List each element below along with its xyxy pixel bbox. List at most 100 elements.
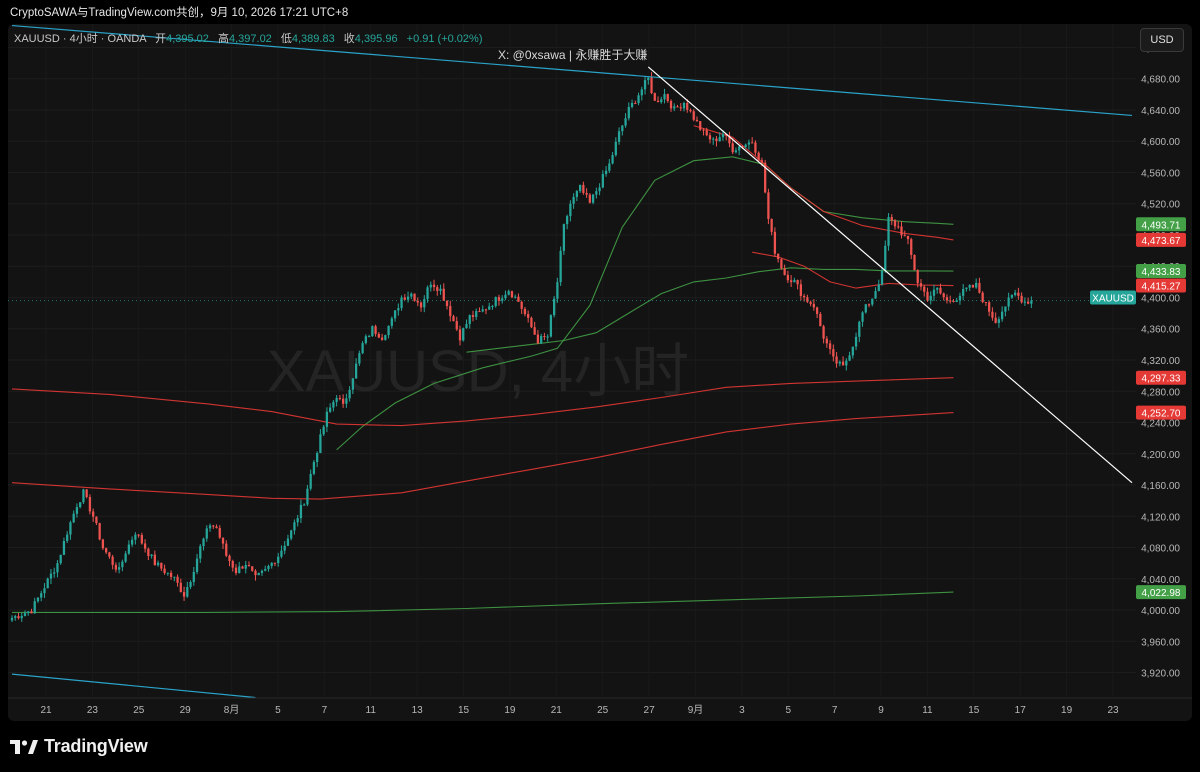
candle-body: [225, 543, 228, 556]
price-tick-label: 4,680.00: [1141, 75, 1180, 86]
candle-body: [257, 572, 260, 576]
candle-body: [864, 304, 867, 313]
candle-body: [316, 453, 319, 463]
candle-body: [361, 343, 364, 354]
candle-body: [867, 304, 871, 306]
moving-average-line: [11, 412, 954, 500]
price-chart[interactable]: XAUUSD, 4小时 3,920.00 3,960.00 4,000.00 4,04…: [8, 24, 1192, 721]
candle-body: [767, 192, 770, 219]
chart-frame[interactable]: XAUUSD, 4小时 3,920.00 3,960.00 4,000.00 4,04…: [8, 24, 1192, 721]
candle-body: [780, 259, 783, 269]
symbol-label[interactable]: XAUUSD · 4小时 · OANDA: [14, 33, 146, 45]
candle-body: [30, 611, 33, 614]
price-label-text: 4,252.70: [1142, 409, 1181, 420]
chart-subtitle: X: @0xsawa | 永赚胜于大赚: [498, 48, 648, 62]
candle-body: [436, 287, 439, 291]
candle-body: [965, 287, 968, 289]
candle-body: [949, 300, 952, 302]
candle-body: [699, 121, 702, 130]
candle-body: [215, 526, 218, 529]
candle-body: [169, 572, 173, 577]
candle-body: [760, 160, 764, 163]
candle-body: [397, 308, 400, 311]
candle-body: [312, 462, 316, 474]
candle-body: [880, 270, 884, 285]
candle-body: [66, 534, 69, 541]
price-tick-label: 4,600.00: [1141, 137, 1180, 148]
candle-body: [510, 291, 514, 298]
candle-body: [14, 616, 17, 618]
time-tick-label: 21: [551, 705, 563, 716]
candle-body: [124, 553, 127, 562]
candle-body: [283, 545, 286, 551]
candle-body: [572, 196, 575, 204]
time-tick-label: 23: [87, 705, 99, 716]
price-tick-label: 4,640.00: [1141, 106, 1180, 117]
candle-body: [105, 548, 108, 553]
candle-body: [520, 301, 523, 309]
candle-body: [121, 561, 124, 568]
candle-body: [127, 544, 131, 554]
candle-body: [536, 334, 540, 344]
candle-body: [504, 294, 507, 299]
candle-body: [348, 389, 351, 399]
price-tick-label: 4,000.00: [1141, 606, 1180, 617]
candle-body: [46, 578, 49, 589]
candle-body: [403, 297, 406, 300]
candle-body: [218, 528, 221, 538]
candle-body: [650, 77, 653, 94]
candle-body: [62, 540, 66, 555]
candle-body: [231, 561, 234, 568]
candle-body: [595, 191, 598, 195]
candle-body: [861, 312, 864, 322]
candle-body: [36, 597, 40, 602]
candle-body: [828, 343, 832, 350]
candle-body: [660, 99, 663, 103]
candle-body: [533, 327, 536, 335]
candle-body: [465, 323, 468, 329]
channel-line: [11, 673, 256, 699]
candle-body: [494, 297, 497, 307]
close-label: 收: [343, 33, 355, 45]
candle-body: [497, 297, 501, 301]
candle-body: [1004, 306, 1007, 312]
candle-body: [952, 300, 955, 303]
candle-body: [182, 592, 186, 597]
candle-body: [189, 581, 192, 587]
candle-body: [712, 138, 715, 140]
time-tick-label: 19: [504, 705, 516, 716]
tradingview-logo[interactable]: TradingView: [10, 736, 148, 757]
candle-body: [812, 303, 815, 308]
candle-body: [445, 300, 449, 307]
candle-body: [290, 530, 293, 539]
candle-body: [286, 538, 290, 546]
candle-body: [890, 217, 893, 221]
candle-body: [559, 250, 562, 283]
candle-body: [358, 353, 361, 364]
candle-body: [858, 321, 861, 337]
candle-body: [997, 319, 1001, 323]
candle-body: [270, 562, 273, 566]
candle-body: [702, 129, 705, 131]
candle-body: [945, 297, 949, 301]
candle-body: [1023, 301, 1027, 303]
candle-body: [332, 401, 335, 408]
candle-body: [186, 586, 189, 597]
currency-button[interactable]: USD: [1140, 28, 1184, 52]
time-tick-label: 7: [832, 705, 838, 716]
candle-body: [514, 296, 517, 298]
candle-body: [932, 289, 936, 296]
candle-body: [322, 426, 325, 435]
candle-body: [208, 525, 212, 529]
candle-body: [426, 287, 429, 300]
candle-body: [33, 601, 36, 614]
candle-body: [565, 216, 569, 225]
candle-body: [647, 77, 650, 81]
high-label: 高: [217, 33, 229, 45]
candle-body: [413, 293, 416, 301]
candle-body: [621, 125, 624, 132]
price-tick-label: 3,920.00: [1141, 669, 1180, 680]
candle-body: [299, 504, 303, 519]
candle-body: [773, 231, 777, 254]
candle-body: [140, 534, 143, 544]
